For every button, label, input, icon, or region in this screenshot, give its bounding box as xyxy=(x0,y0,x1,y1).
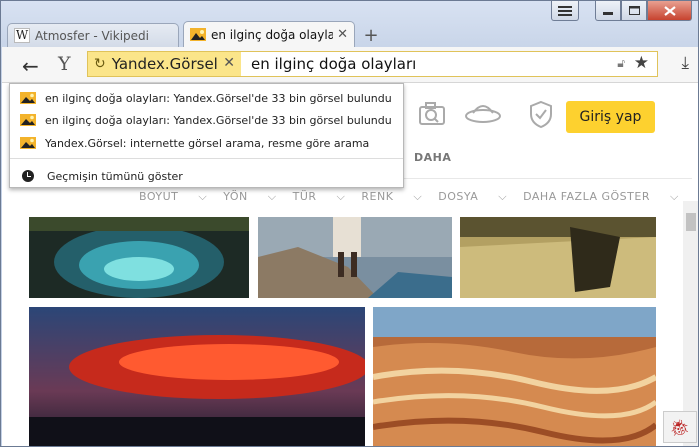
show-history-link[interactable]: Geçmişin tümünü göster xyxy=(20,166,183,186)
yandex-logo-icon[interactable]: Y xyxy=(58,53,71,75)
more-link[interactable]: DAHA xyxy=(414,151,451,164)
image-result[interactable] xyxy=(258,217,452,298)
browser-menu-button[interactable] xyxy=(551,1,579,21)
address-query[interactable]: en ilginç doğa olayları xyxy=(251,55,416,73)
image-icon xyxy=(190,28,206,42)
clock-icon xyxy=(22,170,34,182)
bookmark-star-icon[interactable]: ★ xyxy=(634,53,649,73)
filter-color[interactable]: RENK ⌵ xyxy=(361,190,422,204)
suggestion-item[interactable]: en ilginç doğa olayları: Yandex.Görsel'd… xyxy=(20,110,392,130)
maximize-button[interactable] xyxy=(621,1,647,21)
filter-size[interactable]: BOYUT ⌵ xyxy=(139,190,207,204)
image-result[interactable] xyxy=(29,217,249,298)
close-tab-icon[interactable]: ✕ xyxy=(337,27,348,42)
back-arrow-icon[interactable]: ← xyxy=(22,54,39,78)
image-result[interactable] xyxy=(373,307,656,446)
suggestion-text: en ilginç doğa olayları: Yandex.Görsel'd… xyxy=(45,113,392,127)
tab-strip: W Atmosfer - Vikipedi en ilginç doğa ola… xyxy=(7,21,383,47)
suggestion-text: Yandex.Görsel: internette görsel arama, … xyxy=(45,136,370,150)
maximize-icon xyxy=(628,6,640,15)
site-name: Yandex.Görsel xyxy=(111,55,218,73)
image-icon xyxy=(20,137,36,149)
close-icon xyxy=(663,5,676,16)
close-window-button[interactable] xyxy=(647,1,692,21)
shield-icon[interactable] xyxy=(528,99,554,129)
address-bar[interactable]: ↻ Yandex.Görsel ✕ en ilginç doğa olaylar… xyxy=(87,51,658,77)
ladybug-icon[interactable]: 🐞︎ xyxy=(663,411,697,443)
filter-bar: BOYUT ⌵ YÖN ⌵ TÜR ⌵ RENK ⌵ DOSYA ⌵ DAHA … xyxy=(139,190,695,204)
window-controls xyxy=(551,1,692,21)
filter-type[interactable]: TÜR ⌵ xyxy=(293,190,346,204)
camera-search-icon[interactable] xyxy=(418,99,446,129)
browser-window: W Atmosfer - Vikipedi en ilginç doğa ola… xyxy=(0,0,699,447)
image-icon xyxy=(20,92,36,104)
minimize-button[interactable] xyxy=(595,1,621,21)
toolbar: ← Y ↻ Yandex.Görsel ✕ en ilginç doğa ola… xyxy=(2,47,698,83)
lock-icon[interactable]: 🔓︎ xyxy=(617,56,625,71)
download-icon[interactable]: ⤓ xyxy=(681,53,689,73)
filter-orientation[interactable]: YÖN ⌵ xyxy=(223,190,276,204)
history-link-text: Geçmişin tümünü göster xyxy=(47,169,183,183)
image-icon xyxy=(20,114,36,126)
suggestions-dropdown: en ilginç doğa olayları: Yandex.Görsel'd… xyxy=(9,83,404,188)
refresh-icon[interactable]: ↻ xyxy=(94,56,106,72)
new-tab-button[interactable]: + xyxy=(359,23,383,47)
suggestion-item[interactable]: en ilginç doğa olayları: Yandex.Görsel'd… xyxy=(20,88,392,108)
hamburger-icon xyxy=(558,5,572,16)
minimize-icon xyxy=(603,11,613,15)
suggestion-text: en ilginç doğa olayları: Yandex.Görsel'd… xyxy=(45,91,392,105)
tab-title: en ilginç doğa olayları xyxy=(211,27,334,42)
dropdown-divider xyxy=(10,158,403,159)
image-result[interactable] xyxy=(460,217,656,298)
clear-chip-icon[interactable]: ✕ xyxy=(223,55,235,71)
scrollbar-thumb[interactable] xyxy=(686,213,696,231)
login-button[interactable]: Giriş yap xyxy=(566,101,655,133)
suggestion-item[interactable]: Yandex.Görsel: internette görsel arama, … xyxy=(20,133,369,153)
ufo-icon[interactable] xyxy=(464,99,502,127)
filter-more[interactable]: DAHA FAZLA GÖSTER ⌵ xyxy=(523,190,679,204)
image-result[interactable] xyxy=(29,307,365,446)
tab-atmosfer[interactable]: W Atmosfer - Vikipedi xyxy=(7,23,179,47)
site-chip[interactable]: ↻ Yandex.Görsel ✕ xyxy=(88,52,241,76)
wikipedia-icon: W xyxy=(13,28,31,43)
tab-title: Atmosfer - Vikipedi xyxy=(35,28,149,43)
tab-yandex-images[interactable]: en ilginç doğa olayları ✕ xyxy=(183,21,355,47)
filter-file[interactable]: DOSYA ⌵ xyxy=(438,190,507,204)
